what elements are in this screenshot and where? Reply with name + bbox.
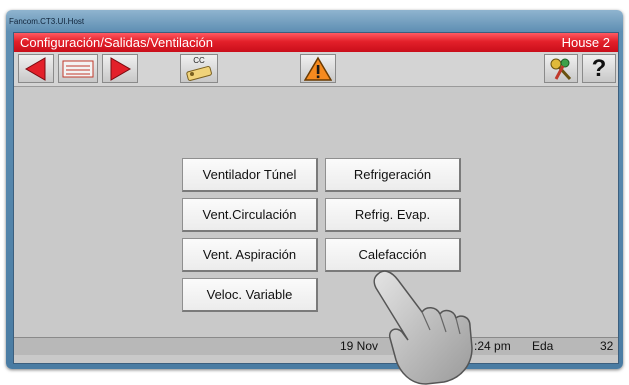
toolbar: CC ? — [14, 52, 618, 87]
warning-icon — [304, 56, 332, 81]
help-button[interactable]: ? — [582, 54, 616, 83]
keys-button[interactable] — [544, 54, 578, 83]
cc-label: CC — [193, 55, 205, 65]
record-list-icon — [62, 60, 94, 77]
forward-button[interactable] — [102, 54, 138, 83]
alarm-button[interactable] — [300, 54, 336, 83]
arrow-left-icon — [25, 56, 46, 81]
arrow-right-icon — [110, 56, 131, 81]
vent-circulacion-button[interactable]: Vent.Circulación — [182, 198, 318, 232]
vent-aspiracion-button[interactable]: Vent. Aspiración — [182, 238, 318, 272]
status-bar: 19 Nov :24 pm Eda 32 — [14, 337, 618, 355]
back-button[interactable] — [18, 54, 54, 83]
breadcrumb: Configuración/Salidas/Ventilación — [20, 35, 213, 50]
status-number: 32 — [600, 339, 614, 353]
keys-icon — [550, 58, 572, 80]
window-title: Fancom.CT3.UI.Host — [9, 17, 85, 26]
refrig-evap-button[interactable]: Refrig. Evap. — [325, 198, 461, 232]
pointing-hand-icon — [373, 270, 473, 385]
cc-key-icon — [186, 65, 212, 81]
cc-button[interactable]: CC — [180, 54, 218, 83]
help-icon: ? — [591, 54, 607, 82]
house-label[interactable]: House 2 — [562, 35, 610, 50]
record-list-button[interactable] — [58, 54, 98, 83]
refrigeracion-button[interactable]: Refrigeración — [325, 158, 461, 192]
veloc-variable-button[interactable]: Veloc. Variable — [182, 278, 318, 312]
header-bar: Configuración/Salidas/Ventilación House … — [14, 33, 618, 52]
status-user: Eda — [532, 339, 554, 353]
app-client-area: Configuración/Salidas/Ventilación House … — [13, 32, 619, 364]
ventilador-tunel-button[interactable]: Ventilador Túnel — [182, 158, 318, 192]
calefaccion-button[interactable]: Calefacción — [325, 238, 461, 272]
